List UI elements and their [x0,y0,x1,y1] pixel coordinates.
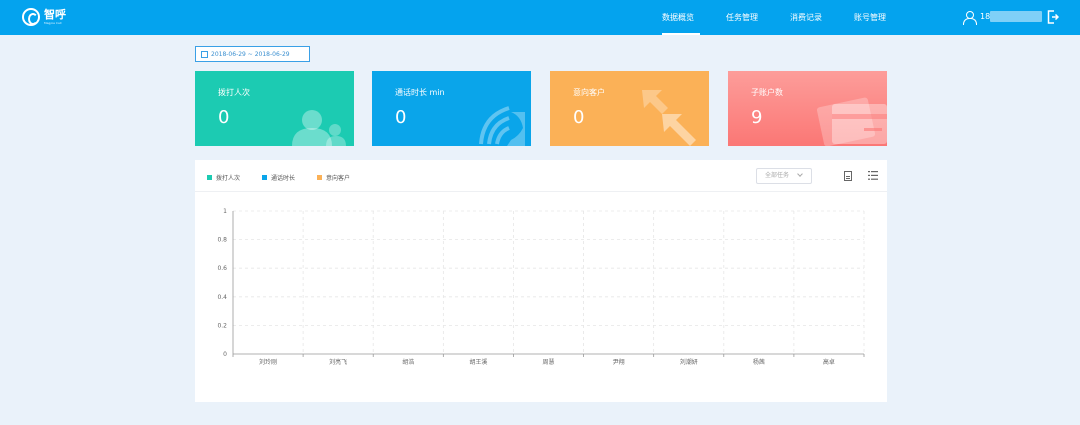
stat-card-subaccounts: 子账户数 9 [728,71,887,146]
legend-item-duration[interactable]: 通话时长 [262,173,295,182]
date-range-value: 2018-06-29 ~ 2018-06-29 [211,50,290,58]
stat-card-value: 9 [751,107,763,128]
legend-label: 拨打人次 [216,175,241,182]
calendar-icon [201,50,208,58]
stat-card-title: 通话时长 min [395,88,445,97]
y-tick-label: 1 [223,208,227,215]
legend-item-leads[interactable]: 意向客户 [317,173,350,182]
legend-swatch [317,175,323,180]
date-range-picker[interactable]: 2018-06-29 ~ 2018-06-29 [195,46,310,62]
logout-icon[interactable] [1047,10,1059,24]
nav-item-billing[interactable]: 消费记录 [790,0,826,35]
x-tick-label: 胡浩 [402,358,414,366]
stat-card-title: 意向客户 [573,88,605,97]
chart-panel: 拨打人次 通话时长 意向客户 全部任务 0 0.2 0.4 0.6 0.8 1 刘玲刚 刘亮飞… [195,160,887,402]
brand-name: 智呼 [44,8,66,21]
x-tick-label: 胡王溪 [469,358,487,366]
stat-card-value: 0 [573,107,585,128]
brand-subtitle: Magpie Call [44,21,62,25]
chart-panel-header: 拨打人次 通话时长 意向客户 全部任务 [195,160,887,192]
nav-item-overview[interactable]: 数据概览 [662,0,700,35]
legend-item-calls[interactable]: 拨打人次 [207,173,240,182]
stat-card-duration: 通话时长 min 0 [372,71,531,146]
stat-card-leads: 意向客户 0 [550,71,709,146]
phone-redaction [990,11,1042,22]
y-tick-label: 0 [223,351,227,358]
x-tick-label: 刘潮妍 [680,358,698,366]
stat-card-value: 0 [218,107,230,128]
legend-label: 通话时长 [271,175,296,182]
x-tick-label: 刘亮飞 [329,358,347,366]
brand[interactable]: 智呼 Magpie Call [22,8,66,26]
main-nav: 数据概览 任务管理 消费记录 账号管理 [650,0,890,35]
legend-swatch [207,175,212,180]
task-filter-value: 全部任务 [765,172,790,179]
top-bar: 智呼 Magpie Call 数据概览 任务管理 消费记录 账号管理 18 [0,0,1080,35]
x-tick-label: 尹翔 [613,358,625,366]
chevron-down-icon [797,171,803,177]
y-tick-label: 0.2 [217,322,227,329]
task-filter-select[interactable]: 全部任务 [756,168,812,184]
export-document-icon[interactable] [844,171,852,181]
user-icon[interactable] [963,11,977,25]
y-tick-label: 0.8 [217,237,227,244]
nav-item-accounts[interactable]: 账号管理 [854,0,890,35]
stat-card-title: 拨打人次 [218,88,250,97]
y-tick-label: 0.6 [217,265,227,272]
y-tick-label: 0.4 [217,294,227,301]
stat-card-title: 子账户数 [751,88,783,97]
nav-item-tasks[interactable]: 任务管理 [726,0,762,35]
legend-swatch [262,175,268,180]
arrow-icon [642,90,696,146]
x-tick-label: 杨茜 [753,358,765,366]
stat-card-value: 0 [395,107,407,128]
logo-icon [22,8,40,26]
x-tick-label: 高卓 [823,358,835,366]
phone-icon [479,106,525,146]
bar-chart: 0 0.2 0.4 0.6 0.8 1 刘玲刚 刘亮飞 胡浩 胡王溪 周慧 尹翔 刘潮妍 杨茜 高卓 [217,208,865,366]
user-phone[interactable]: 18 [980,12,990,21]
x-tick-label: 周慧 [542,358,554,366]
chart-legend: 拨打人次 通话时长 意向客户 [207,173,372,182]
x-tick-label: 刘玲刚 [259,358,277,366]
stat-card-calls: 拨打人次 0 [195,71,354,146]
users-icon [292,110,346,146]
card-icon [816,97,887,146]
legend-label: 意向客户 [326,175,351,182]
list-icon[interactable] [868,171,878,180]
